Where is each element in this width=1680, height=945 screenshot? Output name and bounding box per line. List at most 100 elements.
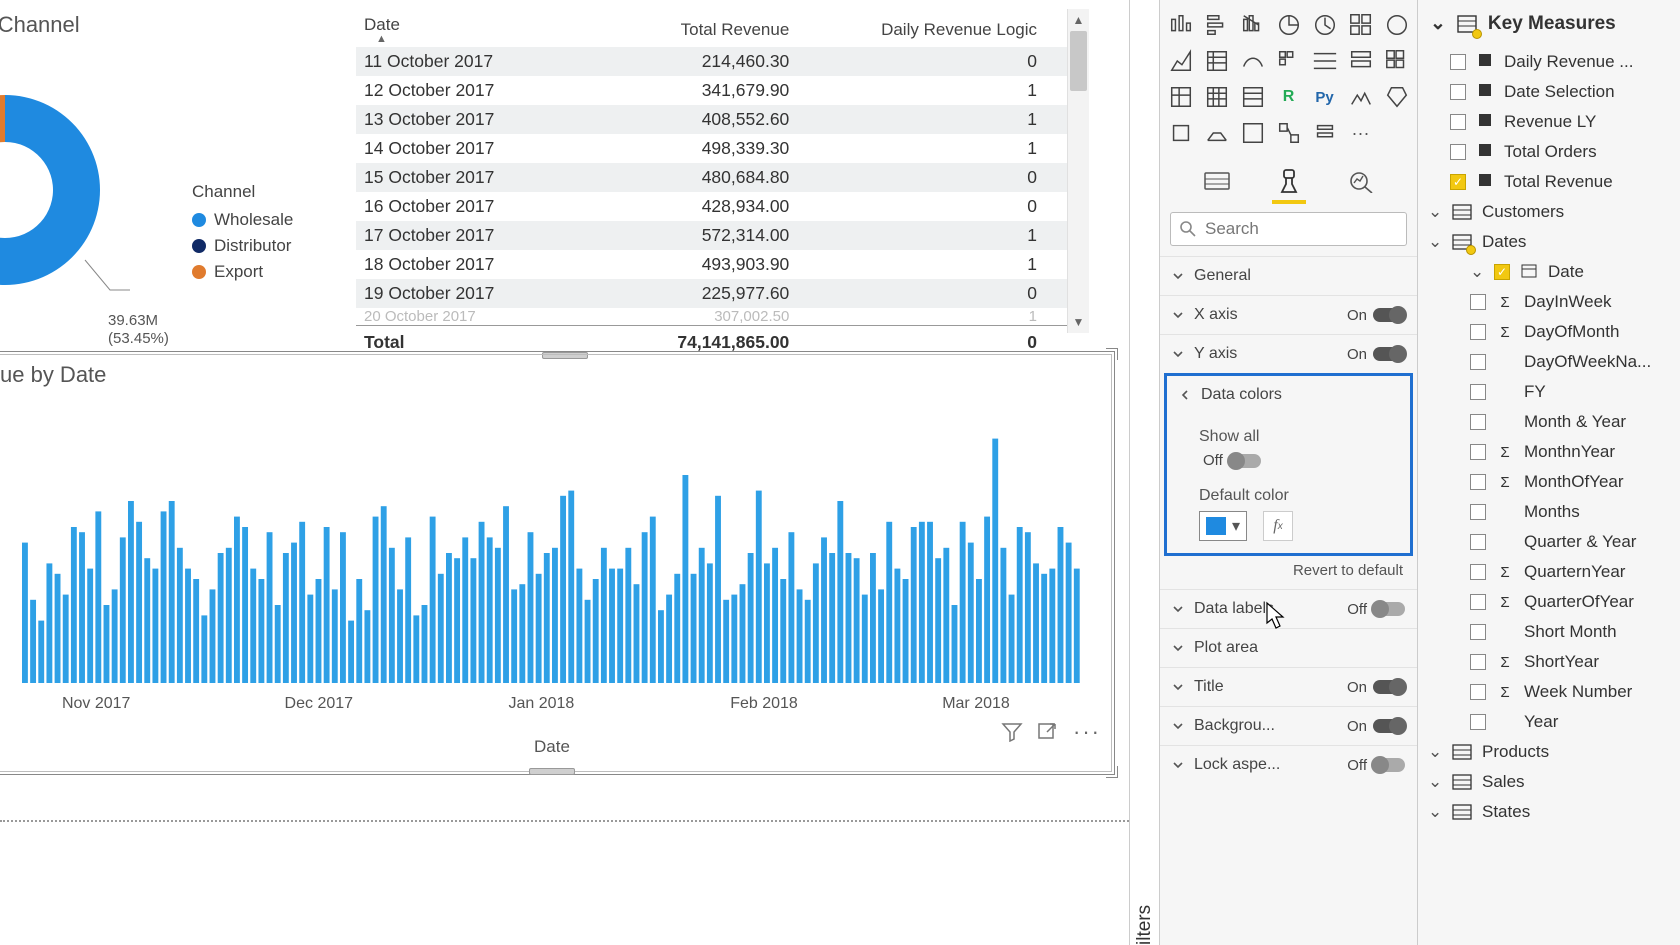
viz-type-paginated[interactable]	[1166, 118, 1196, 148]
checkbox[interactable]: ✓	[1450, 174, 1466, 190]
data-labels-toggle[interactable]: Off	[1347, 601, 1405, 618]
checkbox[interactable]	[1470, 294, 1486, 310]
checkbox[interactable]	[1470, 474, 1486, 490]
field-item[interactable]: Month & Year	[1418, 407, 1680, 437]
checkbox[interactable]	[1470, 414, 1486, 430]
fields-table[interactable]: ⌄ Sales	[1418, 767, 1680, 797]
format-data-colors[interactable]: Data colors	[1167, 376, 1410, 414]
format-y-axis[interactable]: Y axis On	[1160, 335, 1417, 373]
field-item[interactable]: ⌄✓Date	[1418, 257, 1680, 287]
field-item[interactable]: Short Month	[1418, 617, 1680, 647]
checkbox[interactable]	[1450, 54, 1466, 70]
field-item[interactable]: ΣQuarterOfYear	[1418, 587, 1680, 617]
field-item[interactable]: Quarter & Year	[1418, 527, 1680, 557]
format-search-input[interactable]: Search	[1170, 212, 1407, 246]
checkbox[interactable]	[1470, 534, 1486, 550]
fields-table[interactable]: ⌄ Dates	[1418, 227, 1680, 257]
scroll-thumb[interactable]	[1070, 31, 1087, 91]
fields-table[interactable]: ⌄ Products	[1418, 737, 1680, 767]
field-item[interactable]: ΣMonthnYear	[1418, 437, 1680, 467]
viz-type-bar-horizontal[interactable]	[1202, 10, 1232, 40]
field-item[interactable]: Daily Revenue ...	[1418, 47, 1680, 77]
table-row[interactable]: 16 October 2017428,934.000	[356, 192, 1067, 221]
checkbox[interactable]	[1450, 144, 1466, 160]
resize-handle[interactable]	[1106, 766, 1118, 778]
checkbox[interactable]	[1470, 504, 1486, 520]
format-general[interactable]: General	[1160, 257, 1417, 295]
format-tab[interactable]	[1268, 164, 1310, 198]
checkbox[interactable]	[1470, 564, 1486, 580]
format-x-axis[interactable]: X axis On	[1160, 296, 1417, 334]
viz-type-gauge[interactable]	[1238, 46, 1268, 76]
table-visual[interactable]: Date▲ Total Revenue Daily Revenue Logic …	[355, 8, 1090, 334]
viz-type-cards[interactable]	[1274, 46, 1304, 76]
field-item[interactable]: ΣShortYear	[1418, 647, 1680, 677]
col-total-revenue[interactable]: Total Revenue	[564, 9, 797, 47]
viz-type-pie[interactable]	[1274, 10, 1304, 40]
conditional-formatting-button[interactable]: fx	[1263, 511, 1293, 541]
table-scrollbar[interactable]: ▲ ▼	[1067, 9, 1089, 333]
format-background[interactable]: Backgrou... On	[1160, 707, 1417, 745]
viz-type-icon[interactable]: ···	[1346, 118, 1376, 148]
viz-type-qa[interactable]	[1382, 82, 1412, 112]
col-date[interactable]: Date▲	[356, 9, 564, 47]
background-toggle[interactable]: On	[1347, 718, 1405, 735]
viz-type-table[interactable]	[1382, 46, 1412, 76]
scroll-up-icon[interactable]: ▲	[1068, 9, 1089, 31]
lock-aspect-toggle[interactable]: Off	[1347, 757, 1405, 774]
analytics-tab[interactable]	[1340, 164, 1382, 198]
field-item[interactable]: FY	[1418, 377, 1680, 407]
title-toggle[interactable]: On	[1347, 679, 1405, 696]
viz-type-r-visual[interactable]	[1238, 82, 1268, 112]
field-item[interactable]: ΣDayInWeek	[1418, 287, 1680, 317]
resize-grip[interactable]	[529, 768, 575, 775]
field-item[interactable]: DayOfWeekNa...	[1418, 347, 1680, 377]
viz-type-combo[interactable]	[1238, 10, 1268, 40]
table-row[interactable]: 14 October 2017498,339.301	[356, 134, 1067, 163]
scroll-down-icon[interactable]: ▼	[1068, 311, 1089, 333]
donut-visual[interactable]: 39.63M (53.45%) Channel WholesaleDistrib…	[0, 50, 310, 340]
viz-type-table2[interactable]	[1202, 82, 1232, 112]
viz-type-matrix2[interactable]	[1166, 82, 1196, 112]
resize-handle[interactable]	[1106, 348, 1118, 360]
viz-type-multirow[interactable]	[1346, 46, 1376, 76]
field-item[interactable]: Months	[1418, 497, 1680, 527]
table-row[interactable]: 13 October 2017408,552.601	[356, 105, 1067, 134]
table-row[interactable]: 15 October 2017480,684.800	[356, 163, 1067, 192]
viz-type-more[interactable]	[1274, 118, 1304, 148]
viz-type-powerapps[interactable]	[1202, 118, 1232, 148]
checkbox[interactable]	[1470, 714, 1486, 730]
format-data-labels[interactable]: Data labels Off	[1160, 590, 1417, 628]
viz-type-arcgis[interactable]	[1238, 118, 1268, 148]
field-item[interactable]: ΣWeek Number	[1418, 677, 1680, 707]
y-axis-toggle[interactable]: On	[1347, 346, 1405, 363]
viz-type-decomposition[interactable]	[1346, 82, 1376, 112]
x-axis-toggle[interactable]: On	[1347, 307, 1405, 324]
show-all-toggle[interactable]: Off	[1203, 452, 1394, 469]
viz-type-icon[interactable]	[1310, 118, 1340, 148]
checkbox[interactable]: ✓	[1494, 264, 1510, 280]
fields-table[interactable]: ⌄ States	[1418, 797, 1680, 827]
field-item[interactable]: Year	[1418, 707, 1680, 737]
bar-visual[interactable]: ··· Nov 2017Dec 2017Jan 2018Feb 2018Mar …	[0, 354, 1112, 772]
legend-item[interactable]: Distributor	[192, 236, 293, 256]
viz-type-matrix[interactable]	[1202, 46, 1232, 76]
field-item[interactable]: Revenue LY	[1418, 107, 1680, 137]
viz-type-key-influencers[interactable]: Py	[1310, 82, 1340, 112]
fields-tab[interactable]	[1196, 164, 1238, 198]
field-item[interactable]: Date Selection	[1418, 77, 1680, 107]
table-row[interactable]: 17 October 2017572,314.001	[356, 221, 1067, 250]
table-row[interactable]: 11 October 2017214,460.300	[356, 47, 1067, 76]
viz-type-donut[interactable]	[1310, 10, 1340, 40]
revert-to-default[interactable]: Revert to default	[1160, 556, 1417, 589]
viz-type-treemap[interactable]	[1346, 10, 1376, 40]
default-color-picker[interactable]: ▾	[1199, 511, 1247, 541]
field-item[interactable]: ΣQuarternYear	[1418, 557, 1680, 587]
filters-pane-collapsed[interactable]: ilters	[1130, 0, 1160, 945]
field-item[interactable]: ΣDayOfMonth	[1418, 317, 1680, 347]
checkbox[interactable]	[1470, 354, 1486, 370]
format-plot-area[interactable]: Plot area	[1160, 629, 1417, 667]
viz-type-slicer[interactable]	[1310, 46, 1340, 76]
col-daily-revenue-logic[interactable]: Daily Revenue Logic	[797, 9, 1067, 47]
legend-item[interactable]: Wholesale	[192, 210, 293, 230]
